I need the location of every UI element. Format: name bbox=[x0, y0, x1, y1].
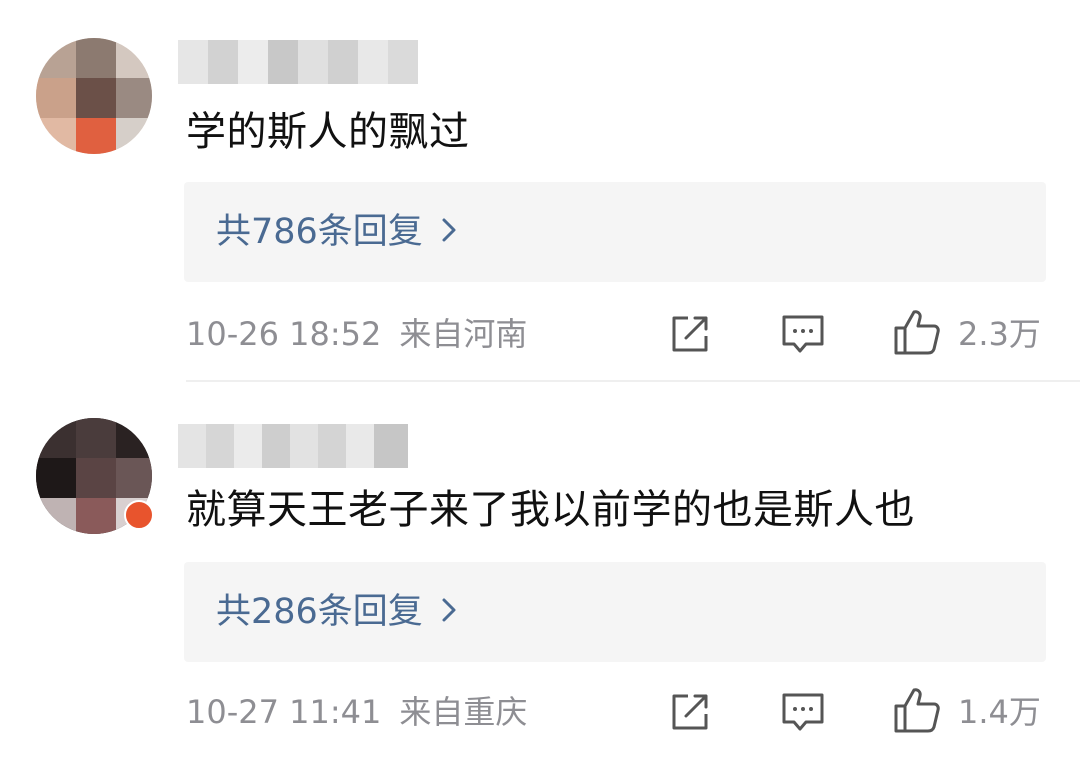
reply-count-label: 共786条回复 bbox=[216, 212, 423, 252]
comment-icon bbox=[780, 690, 826, 734]
chevron-right-icon bbox=[441, 562, 457, 662]
like-count: 1.4万 bbox=[958, 693, 1041, 731]
avatar[interactable] bbox=[36, 38, 152, 154]
timestamp: 10-26 18:52 bbox=[186, 315, 382, 353]
like-button[interactable] bbox=[892, 308, 942, 356]
timestamp: 10-27 11:41 bbox=[186, 693, 382, 731]
comment-button[interactable] bbox=[780, 312, 826, 356]
reply-count-label: 共286条回复 bbox=[216, 592, 423, 632]
view-replies-link[interactable]: 共286条回复 bbox=[216, 562, 457, 662]
comment-meta: 10-27 11:41 来自重庆 bbox=[186, 684, 527, 740]
share-icon bbox=[668, 690, 712, 734]
chevron-right-icon bbox=[441, 182, 457, 282]
verified-badge bbox=[124, 500, 154, 530]
username-redacted[interactable] bbox=[178, 424, 408, 468]
share-button[interactable] bbox=[668, 312, 712, 356]
location: 来自河南 bbox=[399, 315, 528, 353]
share-icon bbox=[668, 312, 712, 356]
comment-item: 学的斯人的飘过 共786条回复 10-26 18:52 来自河南 2.3万 bbox=[0, 0, 1080, 382]
like-count: 2.3万 bbox=[958, 315, 1041, 353]
thumbs-up-icon bbox=[892, 686, 942, 734]
location: 来自重庆 bbox=[399, 693, 528, 731]
comment-text: 就算天王老子来了我以前学的也是斯人也 bbox=[186, 487, 915, 533]
reply-summary-box[interactable]: 共286条回复 bbox=[184, 562, 1046, 662]
view-replies-link[interactable]: 共786条回复 bbox=[216, 182, 457, 282]
comment-meta: 10-26 18:52 来自河南 bbox=[186, 306, 527, 362]
reply-summary-box[interactable]: 共786条回复 bbox=[184, 182, 1046, 282]
comment-item: 就算天王老子来了我以前学的也是斯人也 共286条回复 10-27 11:41 来自… bbox=[0, 382, 1080, 762]
comment-button[interactable] bbox=[780, 690, 826, 734]
share-button[interactable] bbox=[668, 690, 712, 734]
username-redacted[interactable] bbox=[178, 40, 418, 84]
comment-text: 学的斯人的飘过 bbox=[186, 109, 470, 155]
comment-icon bbox=[780, 312, 826, 356]
like-button[interactable] bbox=[892, 686, 942, 734]
thumbs-up-icon bbox=[892, 308, 942, 356]
